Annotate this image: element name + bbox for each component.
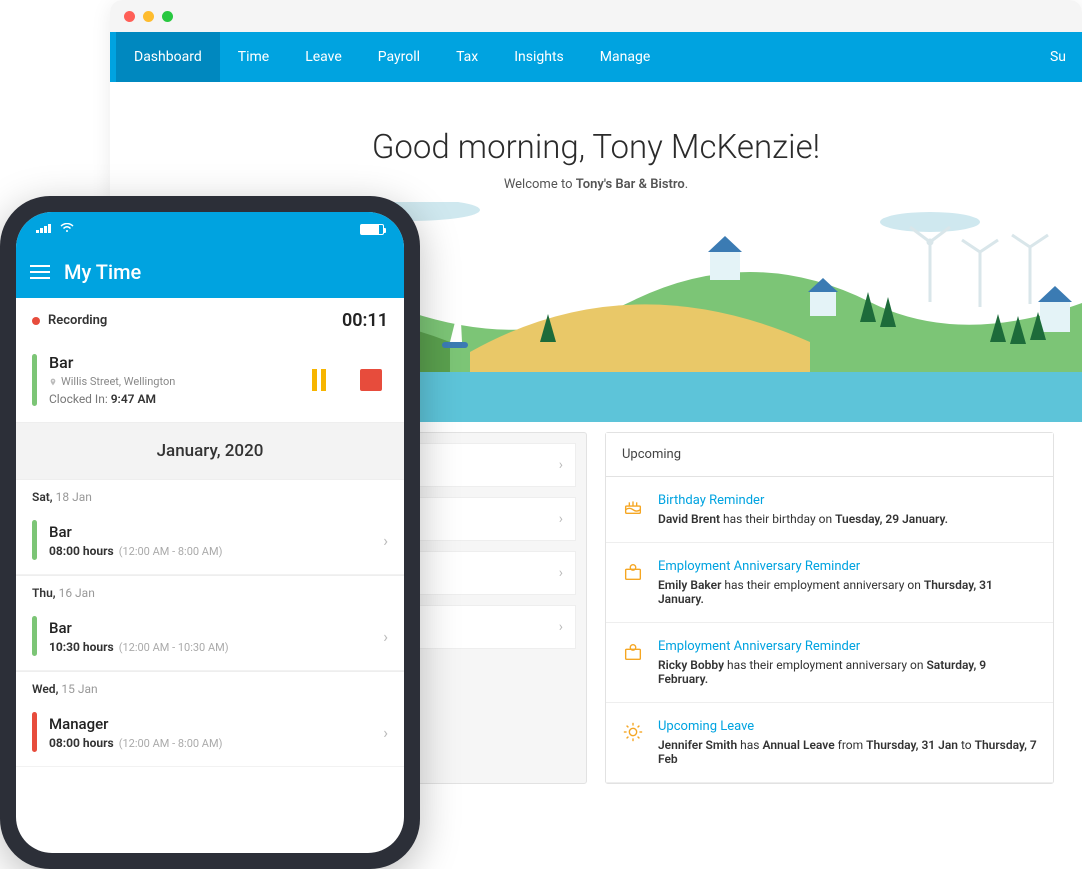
day-label: Wed, 15 Jan [16,671,404,702]
upcoming-detail: Ricky Bobby has their employment anniver… [658,658,1037,686]
entry-color-bar [32,616,37,656]
chevron-right-icon: › [383,627,388,646]
upcoming-item[interactable]: Employment Anniversary Reminder Emily Ba… [606,543,1053,623]
upcoming-item[interactable]: Employment Anniversary Reminder Ricky Bo… [606,623,1053,703]
nav-leave[interactable]: Leave [287,32,360,82]
day-label: Sat, 18 Jan [16,479,404,510]
pause-button[interactable] [302,363,336,397]
nav-tax[interactable]: Tax [438,32,496,82]
chevron-right-icon: › [559,619,563,635]
upcoming-item[interactable]: Upcoming Leave Jennifer Smith has Annual… [606,703,1053,783]
entry-title: Bar [49,523,383,541]
phone-screen: My Time Recording 00:11 Bar Willis Stree… [16,212,404,853]
nav-bar: Dashboard Time Leave Payroll Tax Insight… [110,32,1082,82]
entry-color-bar [32,712,37,752]
day-section: Sat, 18 Jan Bar 08:00 hours(12:00 AM - 8… [16,479,404,575]
hero-subtitle: Welcome to Tony's Bar & Bistro. [110,177,1082,192]
badge-icon [622,561,644,583]
pin-icon [49,378,57,386]
nav-insights[interactable]: Insights [496,32,582,82]
time-entry-row[interactable]: Bar 08:00 hours(12:00 AM - 8:00 AM) › [16,510,404,575]
chevron-right-icon: › [559,511,563,527]
nav-right-truncated[interactable]: Su [1050,49,1076,65]
upcoming-title[interactable]: Employment Anniversary Reminder [658,559,1037,574]
chevron-right-icon: › [383,531,388,550]
close-dot-icon[interactable] [124,11,135,22]
upcoming-header: Upcoming [606,433,1053,477]
upcoming-item[interactable]: Birthday Reminder David Brent has their … [606,477,1053,543]
phone-title: My Time [64,260,141,284]
upcoming-detail: David Brent has their birthday on Tuesda… [658,512,948,526]
hero: Good morning, Tony McKenzie! Welcome to … [110,82,1082,192]
chevron-right-icon: › [559,457,563,473]
cake-icon [622,495,644,517]
signal-wifi-icons [36,222,74,236]
hero-title: Good morning, Tony McKenzie! [110,128,1082,167]
battery-icon [360,224,384,235]
phone-device: My Time Recording 00:11 Bar Willis Stree… [0,196,420,869]
current-session: Bar Willis Street, Wellington Clocked In… [16,343,404,423]
nav-time[interactable]: Time [220,32,287,82]
wifi-icon [60,223,74,233]
day-section: Thu, 16 Jan Bar 10:30 hours(12:00 AM - 1… [16,575,404,671]
time-entry-row[interactable]: Bar 10:30 hours(12:00 AM - 10:30 AM) › [16,606,404,671]
session-clocked-in: Clocked In: 9:47 AM [49,392,302,406]
nav-manage[interactable]: Manage [582,32,668,82]
session-location: Willis Street, Wellington [49,375,302,388]
recording-timer: 00:11 [342,310,388,331]
upcoming-detail: Emily Baker has their employment anniver… [658,578,1037,606]
entry-color-bar [32,520,37,560]
window-controls [110,0,1082,32]
entry-hours: 08:00 hours(12:00 AM - 8:00 AM) [49,544,383,558]
recording-label: Recording [48,313,107,328]
day-section: Wed, 15 Jan Manager 08:00 hours(12:00 AM… [16,671,404,767]
upcoming-list: Birthday Reminder David Brent has their … [606,477,1053,783]
recording-dot-icon [32,317,40,325]
recording-row: Recording 00:11 [16,298,404,343]
upcoming-panel: Upcoming Birthday Reminder David Brent h… [605,432,1054,784]
sun-icon [622,721,644,743]
signal-icon [36,223,51,233]
upcoming-title[interactable]: Birthday Reminder [658,493,948,508]
entry-title: Bar [49,619,383,637]
entry-hours: 10:30 hours(12:00 AM - 10:30 AM) [49,640,383,654]
upcoming-title[interactable]: Employment Anniversary Reminder [658,639,1037,654]
hero-company: Tony's Bar & Bistro [576,177,685,192]
menu-icon[interactable] [30,265,50,279]
nav-payroll[interactable]: Payroll [360,32,438,82]
entry-hours: 08:00 hours(12:00 AM - 8:00 AM) [49,736,383,750]
stop-button[interactable] [354,363,388,397]
session-color-bar [32,354,37,406]
month-header: January, 2020 [16,423,404,479]
hero-welcome-prefix: Welcome to [504,177,576,192]
session-title: Bar [49,353,302,372]
entry-title: Manager [49,715,383,733]
nav-dashboard[interactable]: Dashboard [116,32,220,82]
minimize-dot-icon[interactable] [143,11,154,22]
badge-icon [622,641,644,663]
phone-header: My Time [16,246,404,298]
maximize-dot-icon[interactable] [162,11,173,22]
chevron-right-icon: › [559,565,563,581]
phone-status-bar [16,212,404,246]
upcoming-title[interactable]: Upcoming Leave [658,719,1037,734]
chevron-right-icon: › [383,723,388,742]
day-label: Thu, 16 Jan [16,575,404,606]
time-entry-row[interactable]: Manager 08:00 hours(12:00 AM - 8:00 AM) … [16,702,404,767]
upcoming-detail: Jennifer Smith has Annual Leave from Thu… [658,738,1037,766]
